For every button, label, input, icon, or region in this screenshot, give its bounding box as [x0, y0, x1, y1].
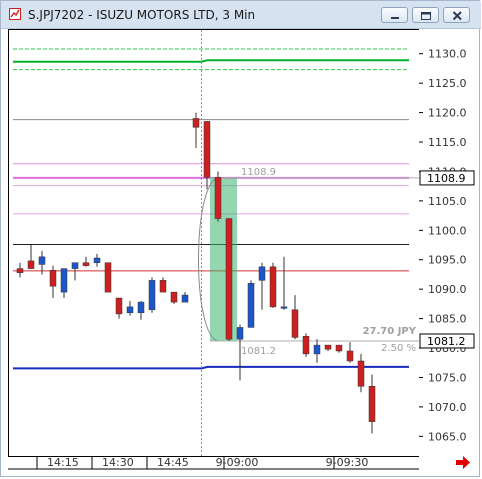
- x-tick-label: 9-09:30: [326, 456, 369, 469]
- candle-body: [115, 297, 123, 315]
- y-tick-label: 1095.0: [428, 254, 467, 267]
- candle-body: [82, 262, 90, 266]
- candle-body: [137, 301, 145, 313]
- x-tick-label: 14:15: [47, 456, 79, 469]
- measure-low-label: 1081.2: [241, 346, 276, 357]
- candle: [170, 291, 178, 304]
- y-tick-label: 1065.0: [428, 430, 467, 443]
- candle-body: [71, 262, 79, 269]
- candle: [214, 171, 222, 222]
- candle: [247, 280, 255, 328]
- y-tick-label: 1120.0: [428, 107, 467, 120]
- chart-window: S.JPJ7202 - ISUZU MOTORS LTD, 3 Min 1108…: [0, 0, 481, 477]
- price-chart[interactable]: 1108.9 1081.2 27.70 JPY 2.50 % 1130.0 1125.0…: [8, 29, 475, 473]
- y-tick-label: 1085.0: [428, 313, 467, 326]
- candle-body: [335, 344, 343, 352]
- candle-body: [38, 256, 46, 265]
- window-title: S.JPJ7202 - ISUZU MOTORS LTD, 3 Min: [28, 8, 256, 22]
- measure-high-label: 1108.9: [241, 167, 276, 178]
- candle-body: [170, 291, 178, 303]
- candle-body: [60, 268, 68, 293]
- minimize-button[interactable]: [381, 7, 408, 23]
- candle-body: [269, 266, 277, 308]
- y-tick-label: 1130.0: [428, 48, 467, 61]
- measure-highlight: [210, 177, 237, 341]
- candle-body: [236, 327, 244, 340]
- close-button[interactable]: [443, 7, 470, 23]
- candle-body: [313, 344, 321, 355]
- candle-body: [181, 294, 189, 303]
- measure-range-label: 27.70 JPY: [363, 326, 417, 337]
- candle-body: [291, 309, 299, 338]
- y-tick-label: 1090.0: [428, 283, 467, 296]
- y-tick-label: 1100.0: [428, 224, 467, 237]
- price-label: 1108.9: [427, 172, 466, 185]
- app-chart-icon: [9, 8, 21, 20]
- candle-body: [346, 350, 354, 362]
- candle-body: [192, 118, 200, 128]
- minimize-icon: [391, 17, 399, 19]
- candle-body: [302, 336, 310, 355]
- y-tick-label: 1105.0: [428, 195, 467, 208]
- candle-body: [104, 262, 112, 293]
- candle: [302, 333, 310, 357]
- title-bar[interactable]: S.JPJ7202 - ISUZU MOTORS LTD, 3 Min: [1, 1, 481, 29]
- candle-body: [203, 121, 211, 178]
- candle-body: [93, 257, 101, 263]
- candle-body: [258, 266, 266, 281]
- candle: [269, 262, 277, 309]
- x-tick-label: 14:30: [102, 456, 134, 469]
- candle-body: [126, 306, 134, 313]
- candle-body: [49, 270, 57, 287]
- candle: [104, 262, 112, 293]
- candle-body: [148, 280, 156, 311]
- y-tick-label: 1075.0: [428, 371, 467, 384]
- price-label: 1081.2: [427, 335, 466, 348]
- maximize-button[interactable]: [412, 7, 439, 23]
- maximize-icon: [421, 12, 431, 20]
- y-tick-label: 1070.0: [428, 401, 467, 414]
- candle-body: [280, 306, 288, 309]
- candle: [225, 218, 233, 341]
- candle-body: [214, 177, 222, 219]
- measure-percent-label: 2.50 %: [381, 343, 416, 354]
- candle-body: [368, 386, 376, 422]
- y-tick-label: 1125.0: [428, 77, 467, 90]
- close-icon: [452, 11, 462, 21]
- candle-body: [159, 280, 167, 293]
- candle-body: [247, 283, 255, 328]
- candle: [148, 277, 156, 313]
- candle-body: [225, 218, 233, 340]
- candle-body: [16, 268, 24, 273]
- x-tick-label: 9-09:00: [216, 456, 259, 469]
- candle-body: [27, 260, 35, 269]
- candle-body: [324, 344, 332, 350]
- y-tick-label: 1115.0: [428, 136, 467, 149]
- x-tick-label: 14:45: [157, 456, 189, 469]
- candle-body: [357, 360, 365, 387]
